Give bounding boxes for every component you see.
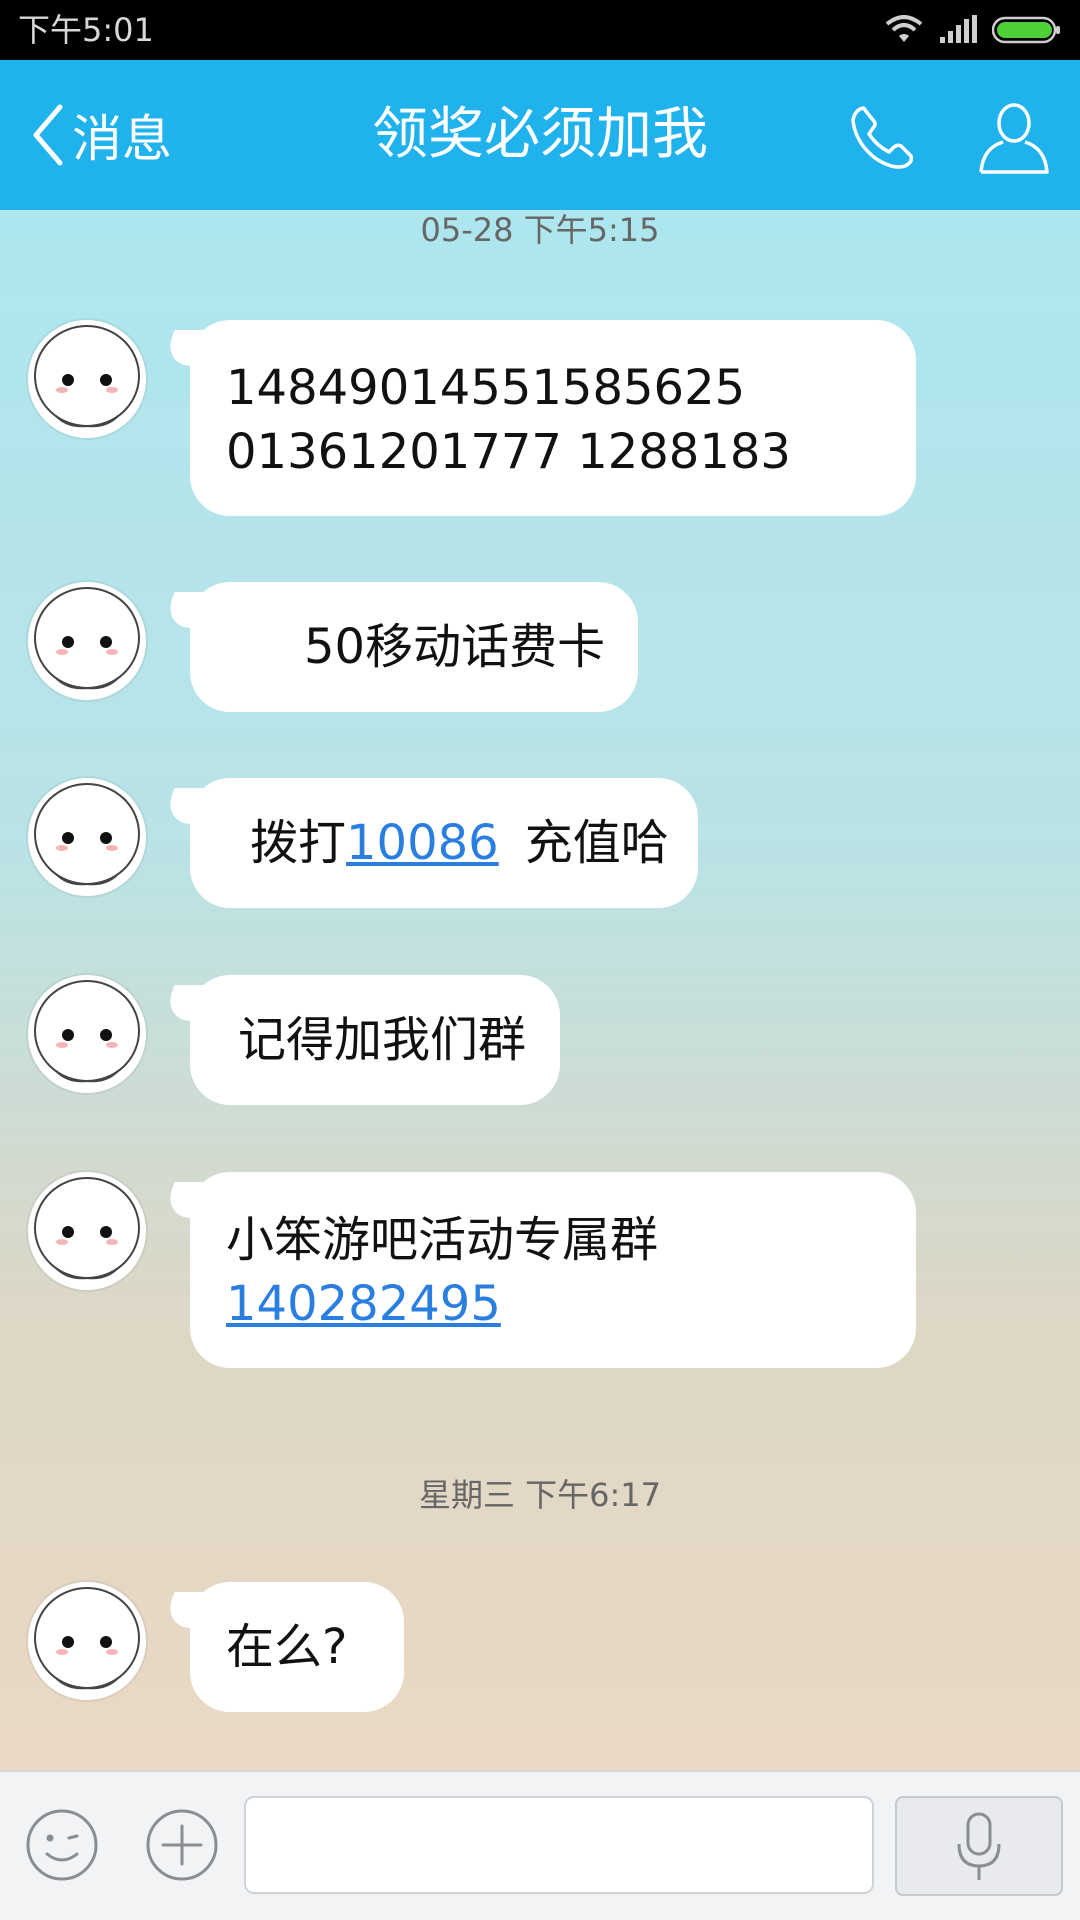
face-avatar-icon (34, 1177, 140, 1280)
chat-area[interactable]: 05-28 下午5:15 14849014551585625 013612017… (0, 210, 1080, 1770)
message-bubble[interactable]: 记得加我们群 (190, 975, 560, 1105)
status-icons (884, 10, 1062, 50)
message-text: 50移动话费卡 (304, 619, 606, 675)
phone-icon[interactable] (845, 100, 920, 175)
message-bubble[interactable]: 50移动话费卡 (190, 582, 638, 712)
microphone-icon (957, 1812, 1001, 1880)
message-bubble[interactable]: 在么? (190, 1582, 404, 1712)
smiley-icon[interactable] (25, 1808, 99, 1882)
message-bubble[interactable]: 拨打10086 充值哈 (190, 778, 698, 908)
group-link[interactable]: 140282495 (226, 1276, 501, 1332)
avatar[interactable] (28, 582, 146, 700)
message-text: 14849014551585625 (226, 360, 746, 416)
timestamp: 05-28 下午5:15 (420, 211, 660, 249)
message-text: 充值哈 (524, 815, 669, 871)
face-avatar-icon (34, 587, 140, 690)
avatar[interactable] (28, 320, 146, 438)
nav-bar: 消息 领奖必须加我 (0, 60, 1080, 210)
message-input[interactable] (244, 1796, 874, 1894)
avatar[interactable] (28, 1172, 146, 1290)
message-text: 小笨游吧活动专属群 (226, 1212, 659, 1268)
message-text: 01361201777 1288183 (226, 424, 791, 480)
avatar[interactable] (28, 975, 146, 1093)
input-bar (0, 1770, 1080, 1920)
voice-button[interactable] (895, 1796, 1063, 1896)
face-avatar-icon (34, 783, 140, 886)
message-bubble[interactable]: 14849014551585625 01361201777 1288183 (190, 320, 916, 516)
message-text: 在么? (226, 1619, 348, 1675)
status-bar: 下午5:01 (0, 0, 1080, 60)
timestamp: 星期三 下午6:17 (418, 1476, 662, 1514)
face-avatar-icon (34, 325, 140, 428)
message-text: 记得加我们群 (238, 1012, 527, 1068)
avatar[interactable] (28, 1582, 146, 1700)
person-icon[interactable] (975, 98, 1053, 176)
avatar[interactable] (28, 778, 146, 896)
signal-icon (940, 15, 977, 43)
face-avatar-icon (34, 980, 140, 1083)
phone-link[interactable]: 10086 (346, 815, 499, 871)
plus-circle-icon[interactable] (145, 1808, 219, 1882)
face-avatar-icon (34, 1587, 140, 1690)
status-time: 下午5:01 (18, 11, 154, 49)
wifi-icon (885, 15, 923, 42)
message-bubble[interactable]: 小笨游吧活动专属群 140282495 (190, 1172, 916, 1368)
message-text: 拨打 (250, 815, 347, 871)
battery-icon (992, 16, 1060, 44)
